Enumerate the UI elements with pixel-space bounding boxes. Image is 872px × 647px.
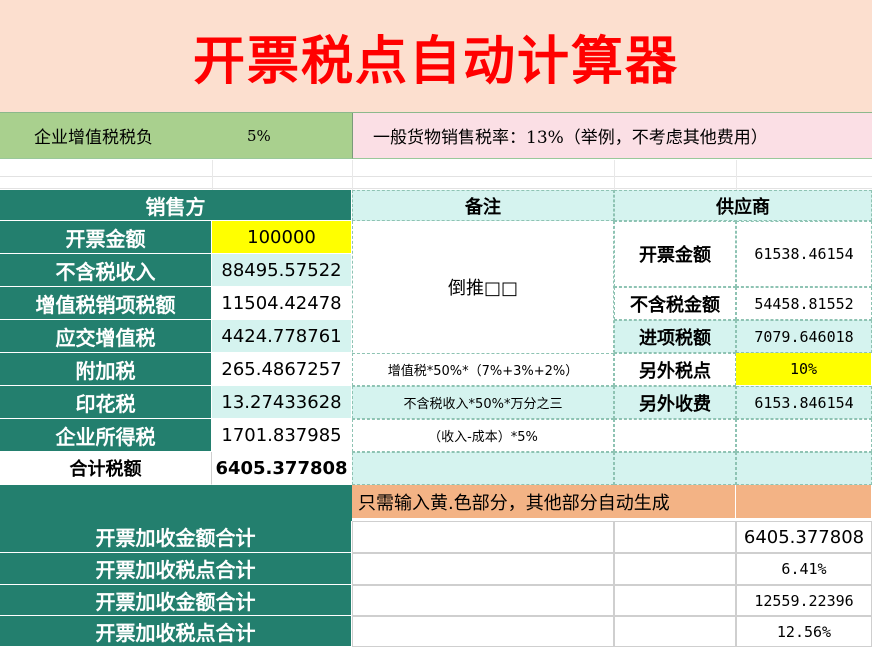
output-vat-value: 11504.42478 [212, 287, 352, 320]
grid-line [736, 160, 737, 190]
summary-empty [352, 616, 614, 647]
hint-fill [736, 485, 872, 519]
grid-line [0, 188, 872, 189]
invoice-amount-input[interactable]: 100000 [212, 221, 352, 254]
supplier-extra-fee-value: 6153.846154 [736, 386, 872, 419]
grid-line [212, 160, 213, 190]
summary-label: 开票加收金额合计 [0, 585, 352, 616]
supplier-empty-cell [614, 419, 736, 452]
tax-burden-row: 企业增值税税负 5% [0, 113, 352, 159]
supplier-empty-cell [736, 419, 872, 452]
supplier-label-invoice: 开票金额 [614, 221, 736, 287]
summary-value: 6.41% [736, 553, 872, 585]
page-title: 开票税点自动计算器 [0, 0, 872, 113]
remark-reverse-text: 倒推□□ [447, 277, 518, 299]
summary-value: 12.56% [736, 616, 872, 647]
extra-rate-input[interactable]: 10% [736, 353, 872, 386]
income-tax-value: 1701.837985 [212, 419, 352, 452]
seller-label-output-vat: 增值税销项税额 [0, 287, 212, 320]
summary-empty [614, 616, 736, 647]
vat-payable-value: 4424.778761 [212, 320, 352, 353]
summary-empty [614, 553, 736, 585]
summary-label: 开票加收金额合计 [0, 521, 352, 553]
summary-label: 开票加收税点合计 [0, 553, 352, 585]
total-tax-value: 6405.377808 [212, 452, 352, 485]
surtax-value: 265.4867257 [212, 353, 352, 386]
seller-label-stamp-duty: 印花税 [0, 386, 212, 419]
grid-line [614, 160, 615, 190]
stamp-duty-value: 13.27433628 [212, 386, 352, 419]
tax-rate-note: 一般货物销售税率：13%（举例，不考虑其他费用） [352, 113, 872, 159]
total-tax-label: 合计税额 [0, 452, 212, 485]
remark-income: （收入-成本）*5% [352, 419, 614, 452]
remark-reverse: 倒推□□ [352, 221, 614, 353]
remark-surtax: 增值税*50%*（7%+3%+2%） [352, 353, 614, 386]
net-income-value: 88495.57522 [212, 254, 352, 287]
remark-empty [352, 452, 614, 485]
tax-burden-value[interactable]: 5% [247, 127, 271, 145]
summary-value: 12559.22396 [736, 585, 872, 616]
supplier-header: 供应商 [614, 190, 872, 221]
remark-stamp: 不含税收入*50%*万分之三 [352, 386, 614, 419]
summary-empty [352, 585, 614, 616]
seller-label-surtax: 附加税 [0, 353, 212, 386]
remark-header: 备注 [352, 190, 614, 221]
supplier-net-value: 54458.81552 [736, 287, 872, 320]
seller-label-income-tax: 企业所得税 [0, 419, 212, 452]
supplier-label-net: 不含税金额 [614, 287, 736, 320]
supplier-label-input-vat: 进项税额 [614, 320, 736, 353]
supplier-invoice-value: 61538.46154 [736, 221, 872, 287]
summary-empty [614, 585, 736, 616]
summary-value: 6405.377808 [736, 521, 872, 553]
summary-empty [352, 553, 614, 585]
seller-label-vat-payable: 应交增值税 [0, 320, 212, 353]
seller-label-invoice: 开票金额 [0, 221, 212, 254]
tax-burden-label: 企业增值税税负 [34, 128, 153, 148]
summary-empty [352, 521, 614, 553]
input-hint: 只需输入黄.色部分，其他部分自动生成 [352, 485, 736, 519]
supplier-empty-cell [614, 452, 736, 485]
supplier-label-extra-rate: 另外税点 [614, 353, 736, 386]
summary-empty [614, 521, 736, 553]
supplier-input-vat-value: 7079.646018 [736, 320, 872, 353]
seller-label-net-income: 不含税收入 [0, 254, 212, 287]
grid-line [0, 176, 872, 177]
summary-label: 开票加收税点合计 [0, 616, 352, 647]
grid-line [352, 160, 353, 190]
supplier-label-extra-fee: 另外收费 [614, 386, 736, 419]
supplier-empty-cell [736, 452, 872, 485]
seller-header: 销售方 [0, 190, 352, 221]
